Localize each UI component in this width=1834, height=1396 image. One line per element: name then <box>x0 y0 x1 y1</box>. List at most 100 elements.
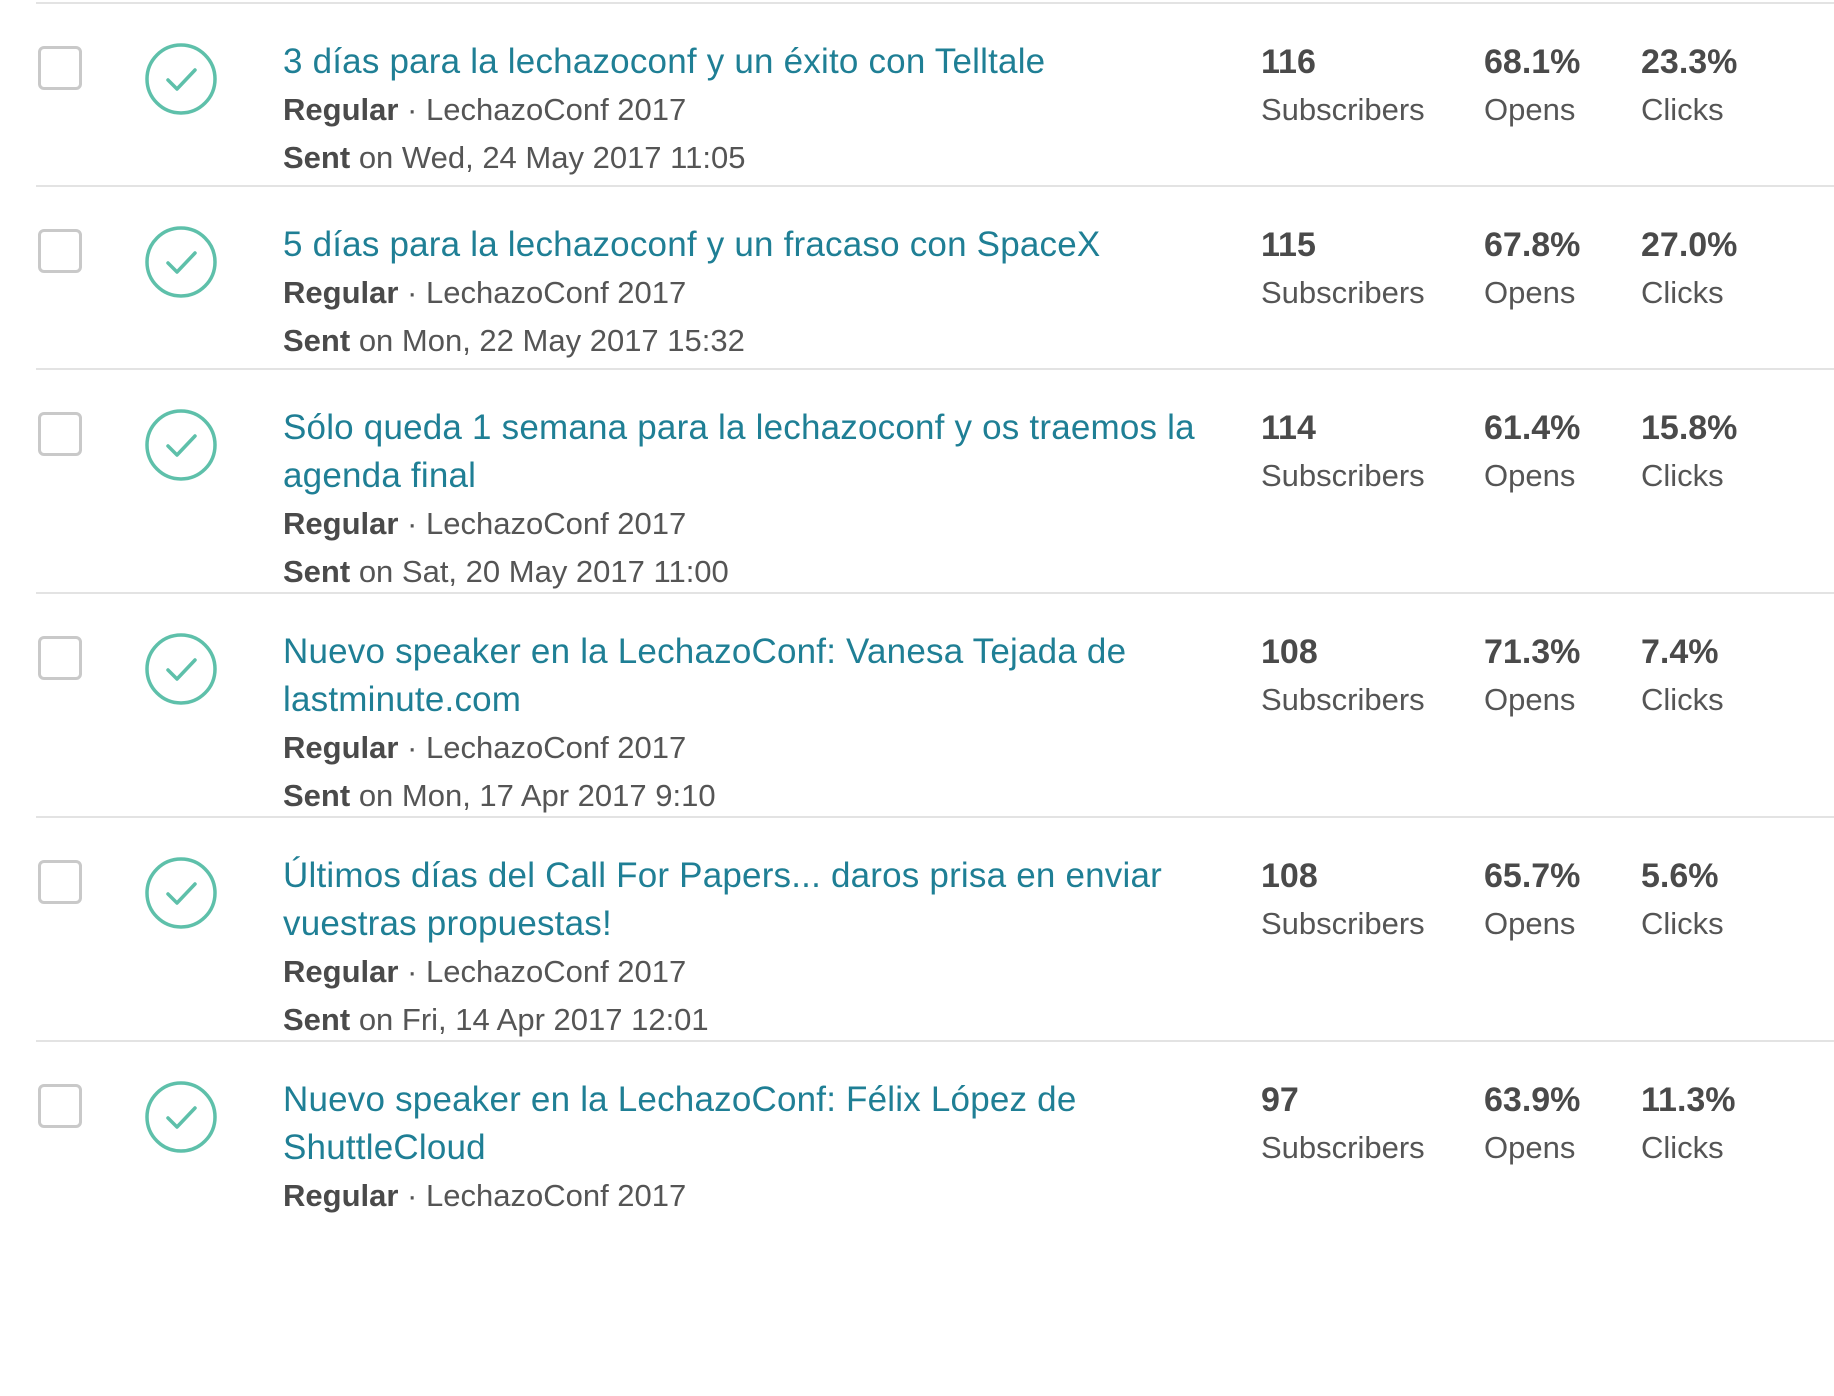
opens-label: Opens <box>1484 275 1576 310</box>
sent-label: Sent <box>283 1002 351 1037</box>
sent-label: Sent <box>283 778 351 813</box>
campaign-type-line: Regular · LechazoConf 2017 <box>283 1172 1233 1220</box>
clicks-label: Clicks <box>1641 1130 1724 1165</box>
subscribers-label: Subscribers <box>1261 1130 1425 1165</box>
subscribers-stat: 116 Subscribers <box>1261 38 1425 134</box>
clicks-rate: 23.3% <box>1641 43 1738 81</box>
campaign-info: Sólo queda 1 semana para la lechazoconf … <box>283 404 1233 596</box>
row-select-checkbox[interactable] <box>38 860 82 904</box>
campaign-title-link[interactable]: Nuevo speaker en la LechazoConf: Félix L… <box>283 1076 1233 1172</box>
opens-rate: 61.4% <box>1484 409 1581 447</box>
clicks-stat: 23.3% Clicks <box>1641 38 1737 134</box>
opens-stat: 67.8% Opens <box>1484 221 1580 317</box>
subscribers-count: 115 <box>1261 226 1316 264</box>
opens-stat: 65.7% Opens <box>1484 852 1580 948</box>
campaign-sent-line: Sent on Wed, 24 May 2017 11:05 <box>283 134 1233 182</box>
campaign-row: 5 días para la lechazoconf y un fracaso … <box>36 187 1834 370</box>
campaign-sent-line: Sent on Mon, 22 May 2017 15:32 <box>283 317 1233 365</box>
meta-separator: · <box>407 92 418 127</box>
campaign-list: 3 días para la lechazoconf y un éxito co… <box>0 4 1834 1213</box>
campaign-info: Nuevo speaker en la LechazoConf: Vanesa … <box>283 628 1233 820</box>
opens-stat: 61.4% Opens <box>1484 404 1580 500</box>
clicks-rate: 11.3% <box>1641 1081 1736 1119</box>
campaign-type: Regular <box>283 506 399 541</box>
subscribers-count: 108 <box>1261 857 1318 895</box>
campaign-type: Regular <box>283 275 399 310</box>
campaign-type: Regular <box>283 730 399 765</box>
clicks-rate: 5.6% <box>1641 857 1719 895</box>
campaign-list-name: LechazoConf 2017 <box>426 954 687 989</box>
opens-label: Opens <box>1484 458 1576 493</box>
sent-label: Sent <box>283 554 351 589</box>
campaign-row: Nuevo speaker en la LechazoConf: Félix L… <box>36 1042 1834 1213</box>
campaign-list-name: LechazoConf 2017 <box>426 1178 687 1213</box>
meta-separator: · <box>407 506 418 541</box>
clicks-label: Clicks <box>1641 906 1724 941</box>
campaign-row: Últimos días del Call For Papers... daro… <box>36 818 1834 1042</box>
opens-stat: 71.3% Opens <box>1484 628 1580 724</box>
sent-label: Sent <box>283 140 351 175</box>
campaign-list-name: LechazoConf 2017 <box>426 506 687 541</box>
campaign-row: 3 días para la lechazoconf y un éxito co… <box>36 4 1834 187</box>
subscribers-stat: 114 Subscribers <box>1261 404 1425 500</box>
clicks-rate: 7.4% <box>1641 633 1719 671</box>
row-select-checkbox[interactable] <box>38 636 82 680</box>
check-circle-icon <box>144 632 218 706</box>
opens-label: Opens <box>1484 906 1576 941</box>
meta-separator: · <box>407 730 418 765</box>
clicks-label: Clicks <box>1641 682 1724 717</box>
opens-rate: 65.7% <box>1484 857 1581 895</box>
campaign-type-line: Regular · LechazoConf 2017 <box>283 500 1233 548</box>
clicks-rate: 27.0% <box>1641 226 1738 264</box>
opens-label: Opens <box>1484 92 1576 127</box>
campaign-info: Nuevo speaker en la LechazoConf: Félix L… <box>283 1076 1233 1220</box>
row-select-checkbox[interactable] <box>38 1084 82 1128</box>
sent-date: on Wed, 24 May 2017 11:05 <box>358 140 746 175</box>
campaign-type-line: Regular · LechazoConf 2017 <box>283 948 1233 996</box>
campaign-type-line: Regular · LechazoConf 2017 <box>283 86 1233 134</box>
clicks-stat: 11.3% Clicks <box>1641 1076 1736 1172</box>
row-select-checkbox[interactable] <box>38 229 82 273</box>
campaign-title-link[interactable]: Últimos días del Call For Papers... daro… <box>283 852 1233 948</box>
subscribers-label: Subscribers <box>1261 458 1425 493</box>
campaign-row: Nuevo speaker en la LechazoConf: Vanesa … <box>36 594 1834 818</box>
subscribers-label: Subscribers <box>1261 92 1425 127</box>
clicks-stat: 7.4% Clicks <box>1641 628 1724 724</box>
clicks-stat: 27.0% Clicks <box>1641 221 1737 317</box>
clicks-stat: 15.8% Clicks <box>1641 404 1737 500</box>
campaign-info: 3 días para la lechazoconf y un éxito co… <box>283 38 1233 182</box>
campaign-list-name: LechazoConf 2017 <box>426 275 687 310</box>
check-circle-icon <box>144 42 218 116</box>
clicks-stat: 5.6% Clicks <box>1641 852 1724 948</box>
subscribers-label: Subscribers <box>1261 906 1425 941</box>
check-circle-icon <box>144 225 218 299</box>
subscribers-stat: 108 Subscribers <box>1261 628 1425 724</box>
sent-date: on Sat, 20 May 2017 11:00 <box>358 554 729 589</box>
campaign-type: Regular <box>283 1178 399 1213</box>
row-select-checkbox[interactable] <box>38 46 82 90</box>
subscribers-stat: 115 Subscribers <box>1261 221 1425 317</box>
meta-separator: · <box>407 275 418 310</box>
sent-date: on Fri, 14 Apr 2017 12:01 <box>358 1002 709 1037</box>
clicks-label: Clicks <box>1641 458 1724 493</box>
opens-rate: 63.9% <box>1484 1081 1581 1119</box>
campaign-type-line: Regular · LechazoConf 2017 <box>283 269 1233 317</box>
opens-stat: 63.9% Opens <box>1484 1076 1580 1172</box>
campaign-title-link[interactable]: Nuevo speaker en la LechazoConf: Vanesa … <box>283 628 1233 724</box>
sent-date: on Mon, 22 May 2017 15:32 <box>358 323 745 358</box>
campaign-sent-line: Sent on Sat, 20 May 2017 11:00 <box>283 548 1233 596</box>
campaign-title-link[interactable]: 3 días para la lechazoconf y un éxito co… <box>283 38 1233 86</box>
check-circle-icon <box>144 408 218 482</box>
campaign-title-link[interactable]: 5 días para la lechazoconf y un fracaso … <box>283 221 1233 269</box>
subscribers-label: Subscribers <box>1261 275 1425 310</box>
opens-rate: 71.3% <box>1484 633 1581 671</box>
meta-separator: · <box>407 954 418 989</box>
sent-date: on Mon, 17 Apr 2017 9:10 <box>358 778 716 813</box>
row-select-checkbox[interactable] <box>38 412 82 456</box>
campaign-sent-line: Sent on Fri, 14 Apr 2017 12:01 <box>283 996 1233 1044</box>
campaign-sent-line: Sent on Mon, 17 Apr 2017 9:10 <box>283 772 1233 820</box>
subscribers-stat: 108 Subscribers <box>1261 852 1425 948</box>
subscribers-count: 97 <box>1261 1081 1299 1119</box>
campaign-title-link[interactable]: Sólo queda 1 semana para la lechazoconf … <box>283 404 1233 500</box>
subscribers-count: 114 <box>1261 409 1316 447</box>
